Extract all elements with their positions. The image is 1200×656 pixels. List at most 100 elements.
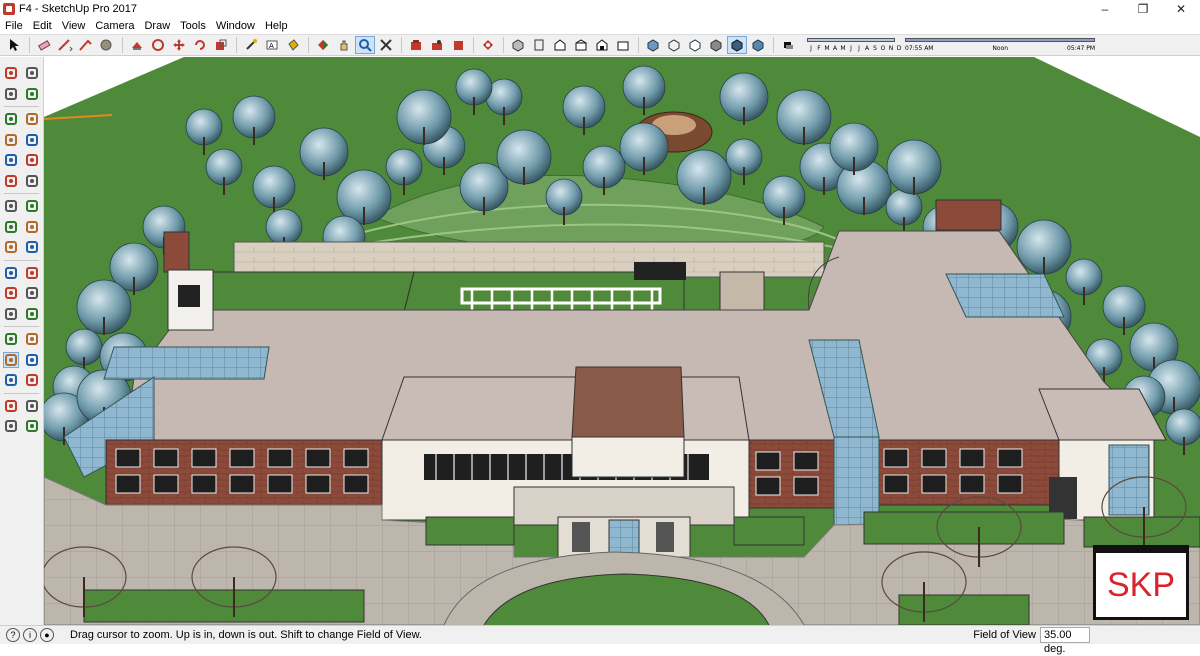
follow-me-icon[interactable] (24, 219, 40, 235)
front-view-icon[interactable] (550, 36, 570, 54)
lower-lawn-right (898, 594, 1030, 625)
monochrome-icon[interactable] (748, 36, 768, 54)
paint-icon[interactable] (97, 36, 117, 54)
position-camera-icon[interactable] (3, 398, 19, 414)
tape-icon[interactable] (241, 36, 261, 54)
push-pull-icon[interactable] (24, 198, 40, 214)
arc-icon[interactable] (3, 173, 19, 189)
orbit-icon[interactable] (313, 36, 333, 54)
zoom-extents-icon[interactable] (376, 36, 396, 54)
dimension-icon[interactable] (24, 265, 40, 281)
push-pull-icon[interactable] (127, 36, 147, 54)
pie-icon[interactable] (24, 173, 40, 189)
menu-camera[interactable]: Camera (90, 18, 139, 34)
move-icon[interactable] (169, 36, 189, 54)
left-toolbar-divider (4, 193, 39, 194)
back-view-icon[interactable] (592, 36, 612, 54)
paint-icon[interactable] (3, 86, 19, 102)
left-toolbar-row (0, 304, 43, 325)
time-slider[interactable]: 07:55 AM Noon 05:47 PM (905, 37, 1095, 53)
zoom-icon[interactable] (355, 36, 375, 54)
rectangle-icon[interactable] (3, 132, 19, 148)
right-view-icon[interactable] (571, 36, 591, 54)
circle-icon[interactable] (3, 152, 19, 168)
shaded-icon[interactable] (706, 36, 726, 54)
left-toolbar-row (0, 130, 43, 151)
left-view-icon[interactable] (613, 36, 633, 54)
top-view-icon[interactable] (529, 36, 549, 54)
textured-icon[interactable] (727, 36, 747, 54)
menu-draw[interactable]: Draw (139, 18, 175, 34)
shadows-icon[interactable] (778, 36, 798, 54)
3d-viewport[interactable]: SKP (44, 57, 1200, 625)
styles-icon[interactable] (448, 36, 468, 54)
geo-location-icon[interactable]: ? (6, 628, 20, 642)
month-label: O (880, 45, 886, 52)
section-plane-icon[interactable] (24, 418, 40, 434)
menu-file[interactable]: File (0, 18, 28, 34)
left-toolbar-row (0, 350, 43, 371)
scale-icon[interactable] (3, 239, 19, 255)
text-icon[interactable] (24, 285, 40, 301)
eraser-icon[interactable] (34, 36, 54, 54)
protractor-icon[interactable] (3, 285, 19, 301)
look-around-icon[interactable] (24, 398, 40, 414)
axes-icon[interactable] (3, 306, 19, 322)
tape-measure-icon[interactable] (3, 265, 19, 281)
line-icon[interactable] (3, 111, 19, 127)
components-icon[interactable] (427, 36, 447, 54)
freehand-icon[interactable] (24, 111, 40, 127)
pan-icon[interactable] (24, 331, 40, 347)
close-icon[interactable]: ✕ (1162, 0, 1200, 18)
sandbox-icon[interactable] (478, 36, 498, 54)
credits-icon[interactable]: i (23, 628, 37, 642)
hidden-line-icon[interactable] (685, 36, 705, 54)
rotate-icon[interactable] (3, 219, 19, 235)
title-bar: F4 - SketchUp Pro 2017 – ❐ ✕ (0, 0, 1200, 18)
component-icon[interactable] (24, 65, 40, 81)
minimize-icon[interactable]: – (1086, 0, 1124, 18)
menu-view[interactable]: View (57, 18, 91, 34)
move-icon[interactable] (3, 198, 19, 214)
warehouse-icon[interactable] (406, 36, 426, 54)
orbit-icon[interactable] (3, 331, 19, 347)
maximize-icon[interactable]: ❐ (1124, 0, 1162, 18)
menu-tools[interactable]: Tools (175, 18, 211, 34)
walk-icon[interactable] (3, 418, 19, 434)
pan-icon[interactable] (334, 36, 354, 54)
scale-icon[interactable] (211, 36, 231, 54)
month-slider[interactable]: J F M A M J J A S O N D (807, 37, 901, 53)
follow-me-icon[interactable] (148, 36, 168, 54)
menu-window[interactable]: Window (211, 18, 260, 34)
entrance-door[interactable] (608, 519, 640, 555)
left-toolbar-row (0, 109, 43, 130)
previous-view-icon[interactable] (24, 372, 40, 388)
menu-edit[interactable]: Edit (28, 18, 57, 34)
zoom-extents-icon[interactable] (3, 372, 19, 388)
offset-icon[interactable] (24, 239, 40, 255)
facade-window (153, 474, 179, 494)
menu-help[interactable]: Help (260, 18, 293, 34)
polygon-icon[interactable] (24, 152, 40, 168)
toolbar-divider (122, 37, 123, 53)
user-icon[interactable]: ● (40, 628, 54, 642)
wireframe-icon[interactable] (664, 36, 684, 54)
zoom-icon[interactable] (2, 351, 19, 368)
xray-icon[interactable] (643, 36, 663, 54)
measurements-input[interactable]: 35.00 deg. (1040, 627, 1090, 655)
zoom-window-icon[interactable] (24, 352, 40, 368)
text-icon[interactable]: A (262, 36, 282, 54)
select-icon[interactable] (4, 36, 24, 54)
eraser-2-icon[interactable] (76, 36, 96, 54)
rotate-icon[interactable] (190, 36, 210, 54)
model-view[interactable] (44, 57, 1200, 625)
month-label: N (888, 45, 894, 52)
pencil-icon[interactable] (55, 36, 75, 54)
facade-window (921, 448, 947, 468)
paint-bucket-icon[interactable] (283, 36, 303, 54)
iso-view-icon[interactable] (508, 36, 528, 54)
3d-text-icon[interactable] (24, 306, 40, 322)
rotated-rectangle-icon[interactable] (24, 132, 40, 148)
eraser-icon[interactable] (24, 86, 40, 102)
select-icon[interactable] (3, 65, 19, 81)
